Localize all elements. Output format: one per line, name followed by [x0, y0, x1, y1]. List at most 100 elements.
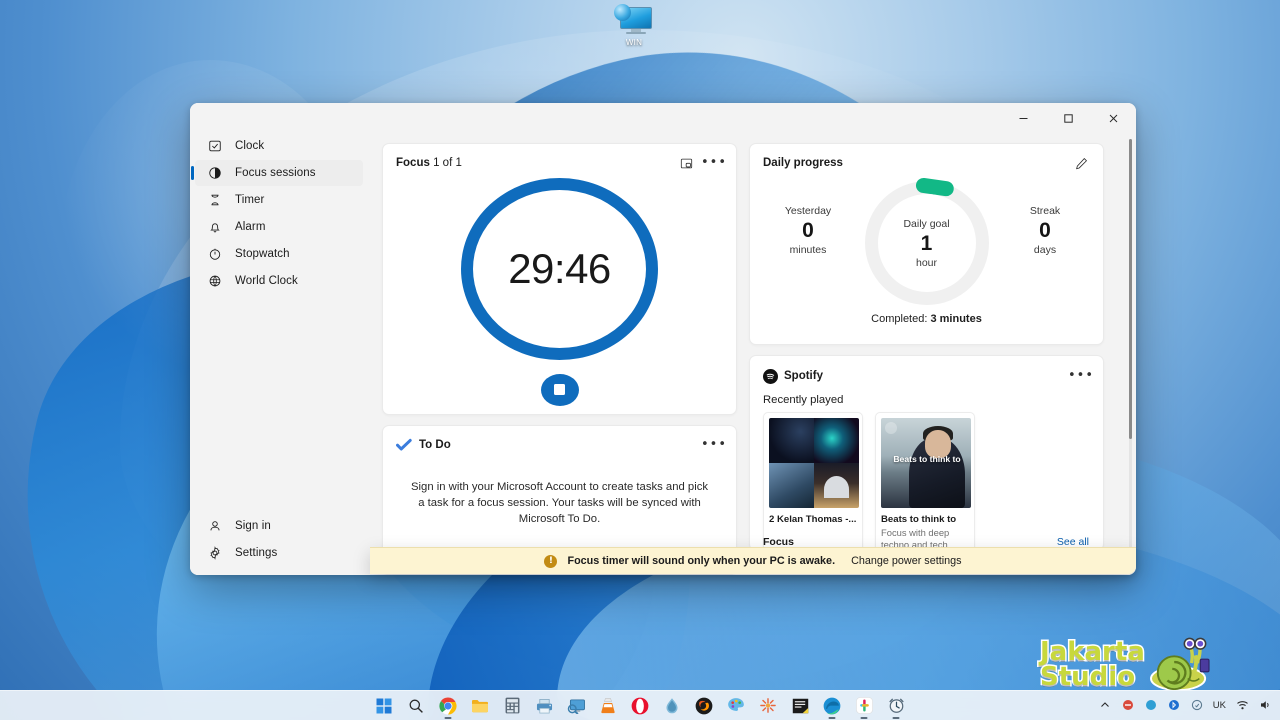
opera-taskbar-button[interactable]: [630, 695, 651, 716]
yesterday-unit: minutes: [789, 244, 827, 256]
close-button[interactable]: [1091, 103, 1136, 133]
stopwatch-icon: [207, 246, 223, 262]
maximize-button[interactable]: [1046, 103, 1091, 133]
desktop: WIN Clock Focus sessions Timer Alarm Sto…: [0, 0, 1280, 720]
content-scrollbar[interactable]: [1126, 139, 1134, 557]
tray-overflow-icon[interactable]: [1098, 698, 1112, 712]
yesterday-value: 0: [802, 219, 814, 242]
edit-daily-goal-button[interactable]: [1070, 153, 1092, 173]
todo-card-title: To Do: [419, 439, 451, 451]
wifi-icon[interactable]: [1235, 698, 1249, 712]
sidebar-item-sign-in[interactable]: Sign in: [195, 513, 363, 539]
firefox-icon: [695, 697, 713, 714]
calculator-taskbar-button[interactable]: [502, 695, 523, 716]
focus-card-title: Focus 1 of 1: [396, 157, 462, 169]
opera-icon: [631, 697, 649, 714]
stop-focus-session-button[interactable]: [540, 373, 579, 406]
scrollbar-thumb[interactable]: [1128, 139, 1132, 439]
more-options-icon: •••: [701, 155, 728, 170]
taskbar-icons: [374, 695, 907, 716]
sidebar-item-clock[interactable]: Clock: [195, 133, 363, 159]
remote-desktop-taskbar-button[interactable]: [566, 695, 587, 716]
focus-title-bold: Focus: [396, 157, 430, 169]
sidebar-item-label: Alarm: [235, 221, 266, 233]
edge-taskbar-button[interactable]: [822, 695, 843, 716]
remote-desktop-icon: [614, 4, 654, 36]
power-settings-infobar: ! Focus timer will sound only when your …: [370, 547, 1136, 574]
edge-icon: [823, 697, 841, 714]
sidebar-item-world-clock[interactable]: World Clock: [195, 268, 363, 294]
printer-taskbar-button[interactable]: [534, 695, 555, 716]
focus-more-button[interactable]: •••: [701, 153, 728, 173]
sidebar-item-label: Settings: [235, 547, 278, 559]
water-drop-taskbar-button[interactable]: [662, 695, 683, 716]
daily-goal-value: 1: [920, 231, 933, 255]
tray-network-app-icon[interactable]: [1144, 698, 1158, 712]
clock-icon: [888, 698, 904, 713]
focus-sessions-icon: [207, 165, 223, 181]
maximize-icon: [1064, 113, 1073, 123]
sidebar-item-alarm[interactable]: Alarm: [195, 214, 363, 240]
notepad-taskbar-button[interactable]: [790, 695, 811, 716]
streak-value: 0: [1039, 219, 1051, 242]
sidebar-item-stopwatch[interactable]: Stopwatch: [195, 241, 363, 267]
sidebar-item-focus-sessions[interactable]: Focus sessions: [191, 160, 363, 186]
artwork-badge-icon: [885, 422, 897, 434]
tray-app-icon[interactable]: [1121, 698, 1135, 712]
navigation-sidebar: Clock Focus sessions Timer Alarm Stopwat…: [190, 133, 368, 575]
fireworks-taskbar-button[interactable]: [758, 695, 779, 716]
search-icon: [409, 699, 423, 713]
tray-language-indicator[interactable]: UK: [1213, 700, 1226, 711]
spotify-app-name: Spotify: [784, 370, 823, 382]
playlist-tile[interactable]: 2 Kelan Thomas -...: [763, 412, 863, 550]
recently-played-tiles: 2 Kelan Thomas -... Beats to think to Be…: [750, 406, 1103, 550]
vlc-taskbar-button[interactable]: [598, 695, 619, 716]
playlist-tile[interactable]: Beats to think to Beats to think to Focu…: [875, 412, 975, 550]
spotify-card-header: Spotify •••: [750, 356, 1103, 386]
change-power-settings-link[interactable]: Change power settings: [851, 555, 961, 567]
todo-more-button[interactable]: •••: [701, 435, 726, 455]
desktop-icon-remote-desktop[interactable]: WIN: [606, 4, 662, 47]
progress-card-title: Daily progress: [763, 157, 843, 169]
compact-overlay-button[interactable]: [675, 153, 697, 173]
sidebar-bottom-section: Sign in Settings: [190, 513, 368, 575]
person-icon: [207, 518, 223, 534]
firefox-taskbar-button[interactable]: [694, 695, 715, 716]
focus-card-header: Focus 1 of 1 •••: [383, 144, 736, 175]
volume-icon[interactable]: [1258, 698, 1272, 712]
gear-icon: [207, 545, 223, 561]
focus-title-count: 1 of 1: [433, 157, 462, 169]
infobar-message: Focus timer will sound only when your PC…: [567, 555, 836, 567]
bell-icon: [207, 219, 223, 235]
sidebar-item-label: World Clock: [235, 275, 298, 287]
tray-shield-icon[interactable]: [1190, 698, 1204, 712]
right-column: Daily progress Yesterday 0 minutes Daily…: [749, 143, 1104, 575]
chrome-taskbar-button[interactable]: [438, 695, 459, 716]
system-tray: UK: [1098, 690, 1272, 720]
file-explorer-icon: [472, 699, 488, 712]
daily-goal-stat: Daily goal 1 hour: [903, 218, 949, 269]
playlist-title: 2 Kelan Thomas -...: [769, 514, 857, 525]
minimize-button[interactable]: [1001, 103, 1046, 133]
yesterday-label: Yesterday: [784, 205, 832, 217]
search-button[interactable]: [406, 695, 427, 716]
progress-ring-area: Yesterday 0 minutes Daily goal 1 hour St…: [750, 176, 1103, 309]
todo-empty-message: Sign in with your Microsoft Account to c…: [411, 481, 708, 525]
spotify-more-button[interactable]: •••: [1068, 366, 1093, 386]
start-button[interactable]: [374, 695, 395, 716]
slack-taskbar-button[interactable]: [854, 695, 875, 716]
focus-timer-value: 29:46: [508, 244, 611, 292]
paint-taskbar-button[interactable]: [726, 695, 747, 716]
file-explorer-taskbar-button[interactable]: [470, 695, 491, 716]
bluetooth-icon[interactable]: [1167, 698, 1181, 712]
close-icon: [1109, 114, 1118, 122]
vlc-icon: [601, 698, 615, 714]
sidebar-item-settings[interactable]: Settings: [195, 540, 363, 566]
windows-logo-icon: [376, 698, 392, 713]
spotify-card: Spotify ••• Recently played 2 Kelan Thom…: [749, 355, 1104, 551]
window-titlebar[interactable]: [190, 103, 1136, 133]
yesterday-stat: Yesterday 0 minutes: [772, 205, 844, 256]
clock-taskbar-button[interactable]: [886, 695, 907, 716]
sidebar-item-timer[interactable]: Timer: [195, 187, 363, 213]
sidebar-item-label: Stopwatch: [235, 248, 290, 260]
